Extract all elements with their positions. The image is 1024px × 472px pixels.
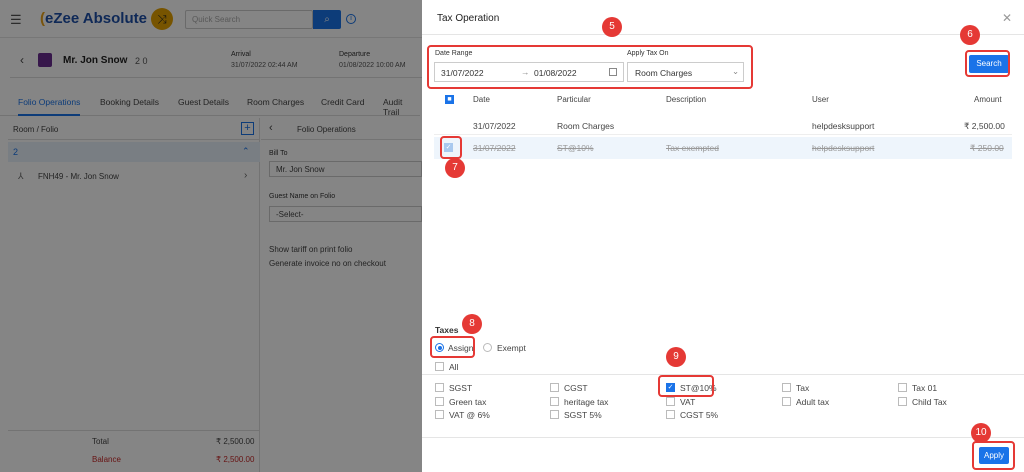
highlight-box bbox=[430, 336, 475, 358]
tax-checkbox-green[interactable] bbox=[435, 397, 444, 406]
tax-checkbox-heritage[interactable] bbox=[550, 397, 559, 406]
row-date: 31/07/2022 bbox=[473, 121, 516, 131]
tax-checkbox-child[interactable] bbox=[898, 397, 907, 406]
divider bbox=[422, 34, 1024, 35]
tax-label: VAT bbox=[680, 397, 696, 407]
modal-overlay[interactable] bbox=[0, 0, 422, 472]
all-taxes-label: All bbox=[449, 362, 459, 372]
tax-label: SGST bbox=[449, 383, 473, 393]
row-amount: ₹ 250.00 bbox=[970, 143, 1004, 153]
close-icon[interactable]: ✕ bbox=[1002, 11, 1012, 25]
taxes-label: Taxes bbox=[435, 325, 459, 335]
tax-label: Adult tax bbox=[796, 397, 830, 407]
col-date: Date bbox=[473, 95, 490, 104]
row-particular: ST@10% bbox=[557, 143, 594, 153]
highlight-box bbox=[658, 375, 714, 397]
step-marker: 6 bbox=[960, 25, 980, 45]
col-amount: Amount bbox=[974, 95, 1002, 104]
tax-operation-modal: Tax Operation ✕ Date Range Apply Tax On … bbox=[422, 0, 1024, 472]
highlight-box bbox=[972, 441, 1015, 470]
row-user: helpdesksupport bbox=[812, 143, 875, 153]
tax-checkbox-cgst[interactable] bbox=[550, 383, 559, 392]
highlight-box bbox=[965, 50, 1010, 77]
tax-checkbox-sgst5[interactable] bbox=[550, 410, 559, 419]
row-user: helpdesksupport bbox=[812, 121, 875, 131]
step-marker: 5 bbox=[602, 17, 622, 37]
step-marker: 7 bbox=[445, 158, 465, 178]
step-marker: 8 bbox=[462, 314, 482, 334]
tax-label: SGST 5% bbox=[564, 410, 602, 420]
divider bbox=[422, 437, 1024, 438]
step-marker: 9 bbox=[666, 347, 686, 367]
col-description: Description bbox=[666, 95, 707, 104]
row-particular: Room Charges bbox=[557, 121, 615, 131]
tax-label: Tax bbox=[796, 383, 810, 393]
exempt-label[interactable]: Exempt bbox=[497, 343, 526, 353]
row-description: Tax exempted bbox=[666, 143, 719, 153]
tax-label: CGST bbox=[564, 383, 588, 393]
col-particular: Particular bbox=[557, 95, 591, 104]
tax-checkbox-vat[interactable] bbox=[666, 397, 675, 406]
all-taxes-checkbox[interactable] bbox=[435, 362, 444, 371]
row-date: 31/07/2022 bbox=[473, 143, 516, 153]
tax-label: Green tax bbox=[449, 397, 487, 407]
tax-label: Child Tax bbox=[912, 397, 947, 407]
tax-checkbox-sgst[interactable] bbox=[435, 383, 444, 392]
tax-label: CGST 5% bbox=[680, 410, 719, 420]
tax-checkbox-cgst5[interactable] bbox=[666, 410, 675, 419]
table-row[interactable]: 31/07/2022 Room Charges helpdesksupport … bbox=[434, 115, 1012, 135]
highlight-box bbox=[427, 45, 753, 89]
tax-checkbox-tax[interactable] bbox=[782, 383, 791, 392]
tax-checkbox-adult[interactable] bbox=[782, 397, 791, 406]
step-marker: 10 bbox=[971, 423, 991, 443]
tax-checkbox-tax01[interactable] bbox=[898, 383, 907, 392]
table-row[interactable]: ✓ 31/07/2022 ST@10% Tax exempted helpdes… bbox=[434, 137, 1012, 159]
exempt-radio[interactable] bbox=[483, 343, 492, 352]
col-user: User bbox=[812, 95, 829, 104]
tax-checkbox-vat6[interactable] bbox=[435, 410, 444, 419]
modal-title: Tax Operation bbox=[437, 13, 500, 24]
row-amount: ₹ 2,500.00 bbox=[964, 121, 1005, 131]
tax-label: VAT @ 6% bbox=[449, 410, 490, 420]
highlight-box bbox=[440, 136, 462, 159]
tax-label: heritage tax bbox=[564, 397, 609, 407]
tax-label: Tax 01 bbox=[912, 383, 938, 393]
divider bbox=[422, 374, 1024, 375]
select-all-rows-checkbox[interactable]: ■ bbox=[445, 95, 454, 104]
